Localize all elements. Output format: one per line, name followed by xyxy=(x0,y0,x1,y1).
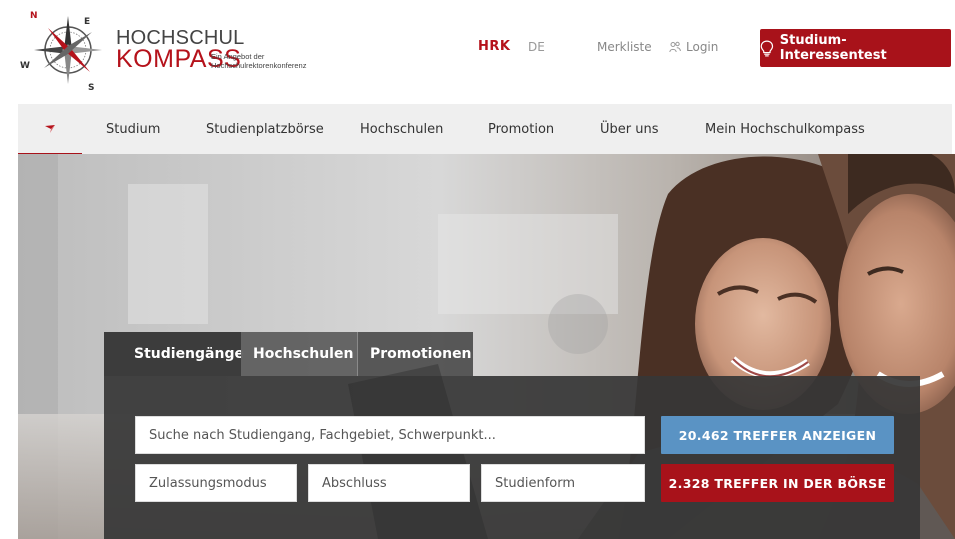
compass-letter-e: E xyxy=(84,17,90,27)
search-input[interactable]: Suche nach Studiengang, Fachgebiet, Schw… xyxy=(135,416,645,454)
zulassungsmodus-select[interactable]: Zulassungsmodus xyxy=(135,464,297,502)
compass-letter-s: S xyxy=(88,83,94,93)
logo-subtitle-line-2: Hochschulrektorenkonferenz xyxy=(211,61,307,70)
site-header: N E S W HOCHSCHUL KOMPASS Ein Angebot de… xyxy=(0,0,955,104)
compass-letter-n: N xyxy=(30,11,38,21)
compass-letter-w: W xyxy=(20,61,30,71)
studienform-select[interactable]: Studienform xyxy=(481,464,645,502)
show-results-button[interactable]: 20.462 TREFFER ANZEIGEN xyxy=(661,416,894,454)
logo-subtitle: Ein Angebot der Hochschulrektorenkonfere… xyxy=(211,52,351,70)
people-icon xyxy=(669,41,681,53)
main-navigation: Studium Studienplatzbörse Hochschulen Pr… xyxy=(18,104,952,157)
tab-hochschulen[interactable]: Hochschulen xyxy=(241,332,357,376)
merkliste-link[interactable]: Merkliste xyxy=(597,40,652,54)
tab-studiengaenge[interactable]: Studiengänge xyxy=(104,332,244,376)
search-panel: Suche nach Studiengang, Fachgebiet, Schw… xyxy=(104,376,920,539)
login-link[interactable]: Login xyxy=(669,40,718,54)
nav-item-ueber-uns[interactable]: Über uns xyxy=(600,104,659,154)
boerse-results-button[interactable]: 2.328 TREFFER IN DER BÖRSE xyxy=(661,464,894,502)
logo-subtitle-line-1: Ein Angebot der xyxy=(211,52,265,61)
studium-interessentest-label: Studium-Interessentest xyxy=(779,33,887,63)
language-switch[interactable]: DE xyxy=(528,40,545,54)
search-tabs: Studiengänge Hochschulen Promotionen xyxy=(104,332,473,376)
hrk-link[interactable]: HRK xyxy=(478,39,510,54)
nav-item-studium[interactable]: Studium xyxy=(106,104,160,154)
hochschulkompass-logo[interactable]: N E S W HOCHSCHUL KOMPASS Ein Angebot de… xyxy=(20,6,350,94)
tab-promotionen[interactable]: Promotionen xyxy=(357,332,473,376)
nav-home-button[interactable] xyxy=(18,104,82,157)
studium-interessentest-button[interactable]: Studium-Interessentest xyxy=(760,29,951,67)
lightbulb-icon xyxy=(760,40,774,56)
nav-item-promotion[interactable]: Promotion xyxy=(488,104,554,154)
compass-rose-icon: N E S W xyxy=(20,11,102,93)
abschluss-select[interactable]: Abschluss xyxy=(308,464,470,502)
compass-needle-icon xyxy=(45,125,55,133)
nav-item-hochschulen[interactable]: Hochschulen xyxy=(360,104,443,154)
nav-item-mein-hochschulkompass[interactable]: Mein Hochschulkompass xyxy=(705,104,865,154)
nav-item-studienplatzboerse[interactable]: Studienplatzbörse xyxy=(206,104,324,154)
login-label: Login xyxy=(686,40,719,54)
